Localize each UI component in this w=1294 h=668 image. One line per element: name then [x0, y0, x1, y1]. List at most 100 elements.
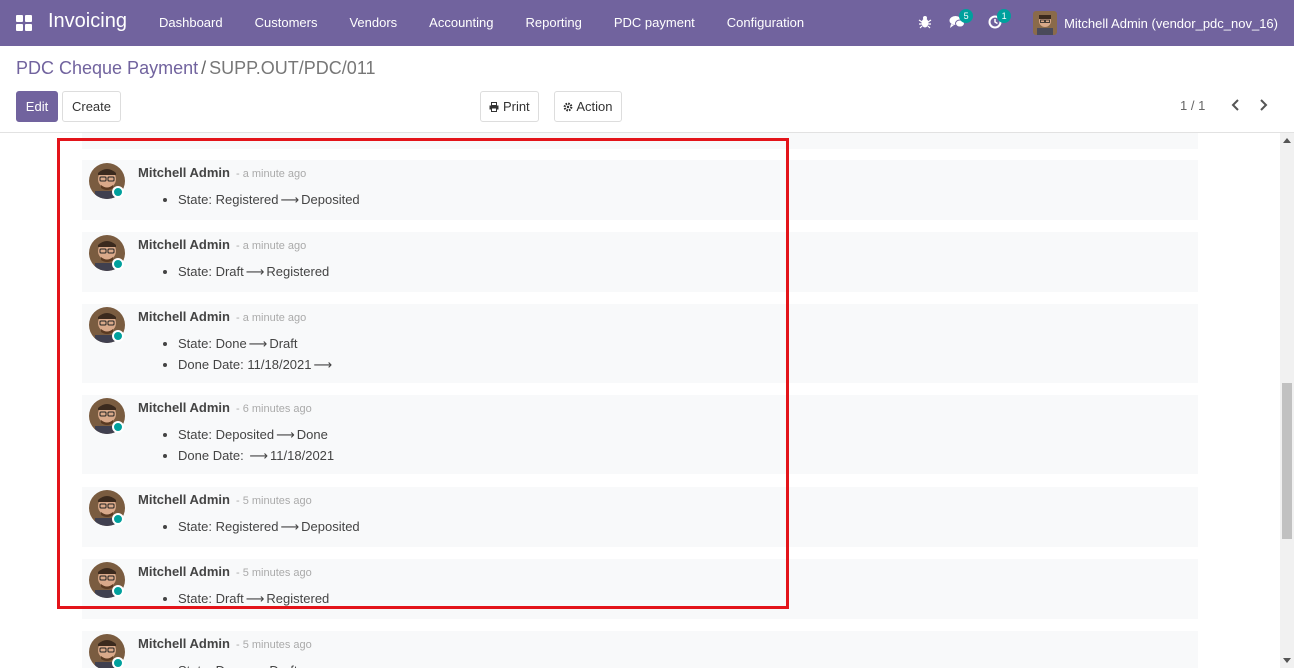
- menu-item-accounting[interactable]: Accounting: [413, 0, 509, 46]
- messages-count-badge: 5: [959, 9, 974, 23]
- main-menu: Dashboard Customers Vendors Accounting R…: [143, 0, 820, 46]
- message-date: - 5 minutes ago: [235, 495, 312, 507]
- pager-next-icon[interactable]: [1255, 96, 1271, 114]
- tracking-field-name: State:: [178, 591, 212, 606]
- tracking-new-value: Draft: [269, 663, 297, 668]
- print-button[interactable]: Print: [480, 91, 539, 122]
- tracking-arrow-icon: ⟶: [245, 592, 265, 607]
- tracking-values-list: State: Registered⟶Deposited: [178, 190, 360, 211]
- apps-menu-icon[interactable]: [16, 15, 32, 31]
- tracking-values-list: State: Draft⟶Registered: [178, 262, 329, 283]
- chatter-message: Mitchell Admin - 5 minutes ago State: Draf…: [82, 559, 1198, 619]
- top-navbar: Invoicing Dashboard Customers Vendors Ac…: [0, 0, 1294, 46]
- tracking-new-value: Done: [296, 427, 328, 442]
- edit-button[interactable]: Edit: [16, 91, 58, 122]
- author-name[interactable]: Mitchell Admin: [138, 564, 230, 579]
- chatter-message: Mitchell Admin - a minute ago State: Draft…: [82, 232, 1198, 292]
- menu-item-customers[interactable]: Customers: [239, 0, 334, 46]
- message-author[interactable]: Mitchell Admin - a minute ago: [138, 165, 306, 180]
- presence-online-icon: [112, 421, 124, 433]
- previous-message-tail: [82, 133, 1198, 149]
- action-label: Action: [576, 99, 613, 114]
- chatter-area[interactable]: Mitchell Admin - a minute ago State: Regis…: [0, 132, 1294, 668]
- message-date: - a minute ago: [235, 312, 307, 324]
- scroll-thumb[interactable]: [1282, 383, 1292, 539]
- tracking-arrow-icon: ⟶: [245, 265, 265, 280]
- presence-online-icon: [112, 186, 124, 198]
- menu-item-configuration[interactable]: Configuration: [711, 0, 820, 46]
- scrollbar[interactable]: [1280, 133, 1294, 668]
- breadcrumb: PDC Cheque Payment / SUPP.OUT/PDC/011: [16, 58, 376, 79]
- message-date: - a minute ago: [235, 168, 307, 180]
- message-date: - a minute ago: [235, 240, 307, 252]
- print-label: Print: [502, 99, 530, 114]
- message-date: - 5 minutes ago: [235, 639, 312, 651]
- author-name[interactable]: Mitchell Admin: [138, 400, 230, 415]
- tracking-values-list: State: Deposited⟶DoneDone Date: ⟶11/18/2…: [178, 425, 334, 467]
- create-button[interactable]: Create: [62, 91, 121, 122]
- menu-item-pdc-payment[interactable]: PDC payment: [598, 0, 711, 46]
- menu-item-dashboard[interactable]: Dashboard: [143, 0, 239, 46]
- tracking-arrow-icon: ⟶: [248, 337, 268, 352]
- chatter-message: Mitchell Admin - 6 minutes ago State: Depo…: [82, 395, 1198, 474]
- scroll-down-arrow-icon[interactable]: [1283, 658, 1291, 663]
- menu-item-vendors[interactable]: Vendors: [333, 0, 413, 46]
- tracking-field-name: State:: [178, 192, 212, 207]
- message-author[interactable]: Mitchell Admin - 5 minutes ago: [138, 564, 312, 579]
- presence-online-icon: [112, 258, 124, 270]
- chatter-message: Mitchell Admin - 5 minutes ago State: Regi…: [82, 487, 1198, 547]
- message-author[interactable]: Mitchell Admin - a minute ago: [138, 309, 306, 324]
- author-name[interactable]: Mitchell Admin: [138, 237, 230, 252]
- tracking-old-value: Done: [216, 663, 247, 668]
- gear-icon: [563, 99, 573, 114]
- tracking-value-item: State: Registered⟶Deposited: [178, 190, 360, 211]
- breadcrumb-parent-link[interactable]: PDC Cheque Payment: [16, 58, 198, 78]
- presence-online-icon: [112, 585, 124, 597]
- chatter-message: Mitchell Admin - 5 minutes ago State: Done…: [82, 631, 1198, 668]
- app-brand[interactable]: Invoicing: [48, 10, 127, 33]
- tracking-value-item: Done Date: 11/18/2021⟶: [178, 355, 334, 376]
- tracking-value-item: Done Date: ⟶11/18/2021: [178, 446, 334, 467]
- debug-bug-icon[interactable]: [917, 15, 933, 31]
- user-menu-name[interactable]: Mitchell Admin (vendor_pdc_nov_16): [1064, 16, 1278, 31]
- message-date: - 5 minutes ago: [235, 567, 312, 579]
- tracking-new-value: Deposited: [301, 519, 360, 534]
- tracking-arrow-icon: ⟶: [280, 520, 300, 535]
- tracking-field-name: State:: [178, 264, 212, 279]
- message-author[interactable]: Mitchell Admin - 6 minutes ago: [138, 400, 312, 415]
- presence-online-icon: [112, 330, 124, 342]
- tracking-new-value: Draft: [269, 336, 298, 351]
- print-icon: [489, 99, 499, 114]
- author-name[interactable]: Mitchell Admin: [138, 492, 230, 507]
- pager-value[interactable]: 1 / 1: [1180, 98, 1205, 113]
- scroll-up-arrow-icon[interactable]: [1283, 138, 1291, 143]
- message-author[interactable]: Mitchell Admin - 5 minutes ago: [138, 636, 312, 651]
- author-name[interactable]: Mitchell Admin: [138, 636, 230, 651]
- tracking-arrow-icon: ⟶: [313, 358, 333, 373]
- user-avatar[interactable]: [1033, 11, 1058, 35]
- chatter-message: Mitchell Admin- a minute agoState: Done⟶…: [82, 304, 1198, 383]
- tracking-arrow-icon: ⟶: [249, 664, 268, 668]
- tracking-old-value: Draft: [215, 264, 244, 279]
- breadcrumb-separator: /: [201, 58, 207, 78]
- author-name[interactable]: Mitchell Admin: [138, 309, 230, 324]
- messaging-comments-icon[interactable]: 5: [949, 9, 974, 31]
- action-button[interactable]: Action: [554, 91, 622, 122]
- tracking-old-value: Draft: [215, 591, 244, 606]
- tracking-new-value: Deposited: [301, 192, 360, 207]
- message-author[interactable]: Mitchell Admin - a minute ago: [138, 237, 306, 252]
- message-author[interactable]: Mitchell Admin - 5 minutes ago: [138, 492, 312, 507]
- tracking-old-value: Done: [215, 336, 247, 351]
- message-date: - 6 minutes ago: [235, 403, 312, 415]
- menu-item-reporting[interactable]: Reporting: [510, 0, 598, 46]
- pager-previous-icon[interactable]: [1228, 96, 1244, 114]
- tracking-value-item: State: Done⟶Draft: [178, 661, 297, 668]
- activities-clock-icon[interactable]: 1: [987, 9, 1012, 31]
- author-name[interactable]: Mitchell Admin: [138, 165, 230, 180]
- tracking-field-name: State:: [178, 519, 212, 534]
- tracking-arrow-icon: ⟶: [249, 449, 269, 464]
- presence-online-icon: [112, 513, 124, 525]
- breadcrumb-current: SUPP.OUT/PDC/011: [209, 58, 376, 78]
- tracking-values-list: State: Done⟶DraftDone Date: 11/18/2021⟶: [178, 334, 334, 376]
- tracking-arrow-icon: ⟶: [276, 428, 295, 443]
